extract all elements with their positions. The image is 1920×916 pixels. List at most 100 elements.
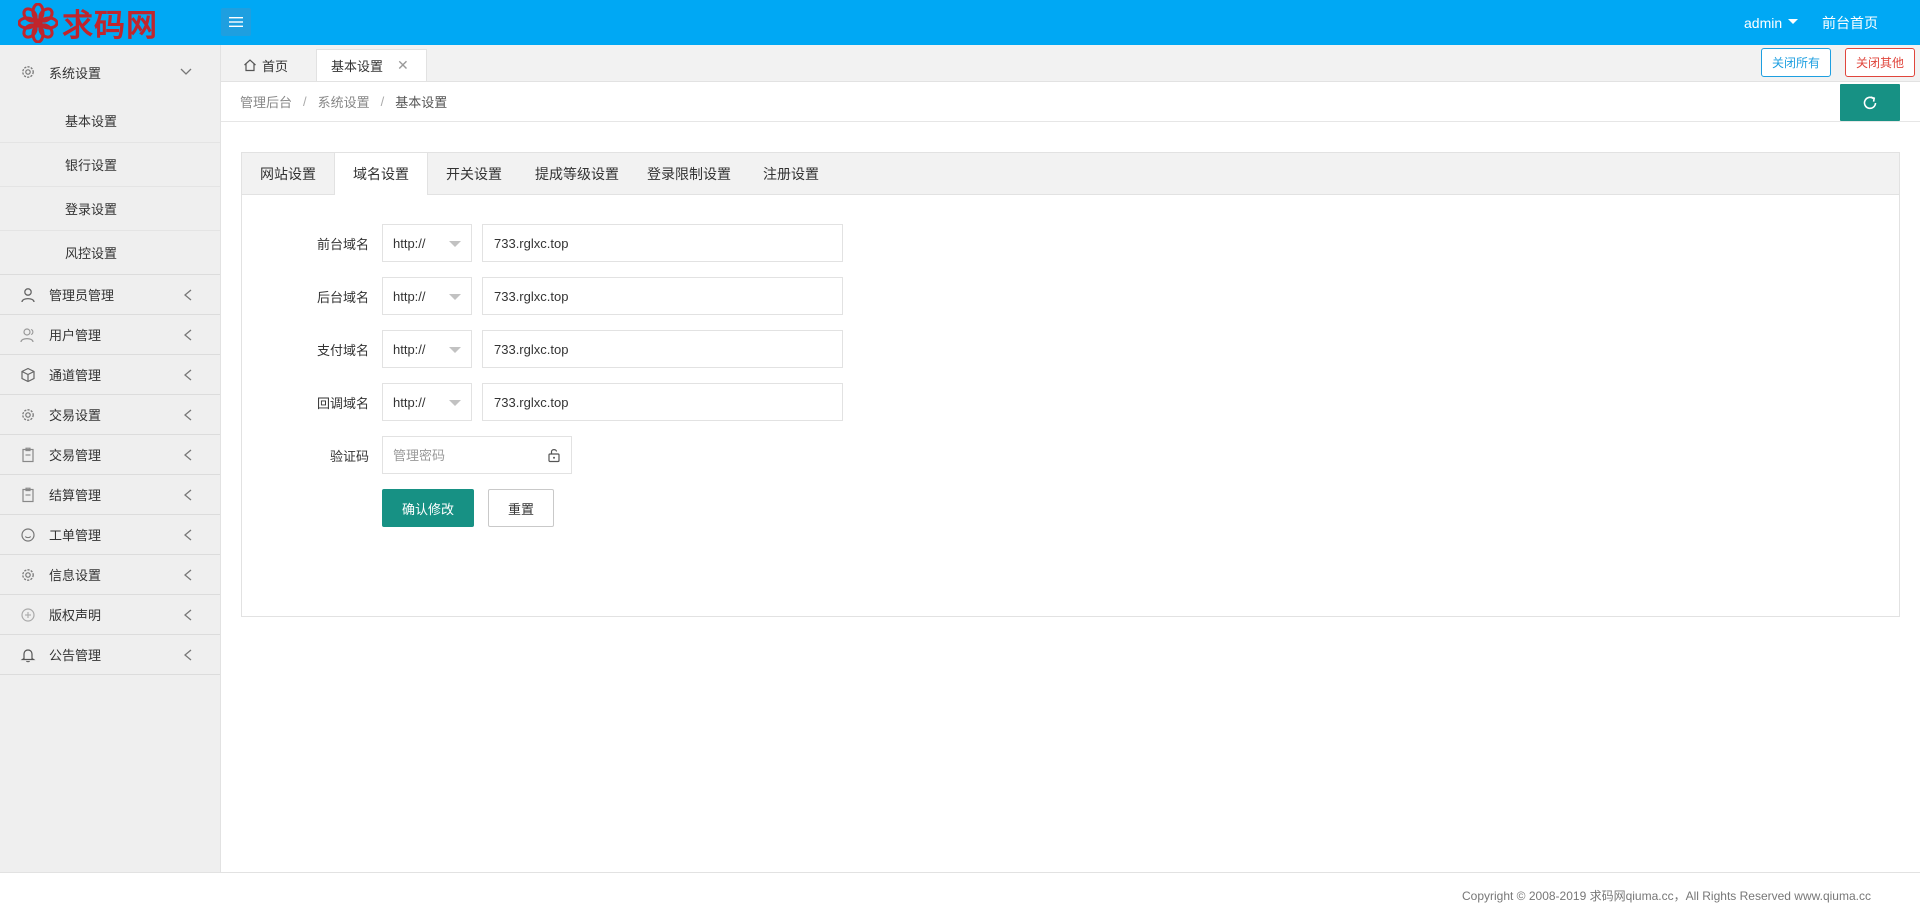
gear-icon [20, 64, 36, 80]
sidebar-subitem-login-settings[interactable]: 登录设置 [0, 187, 220, 231]
confirm-modify-button[interactable]: 确认修改 [382, 489, 474, 527]
sidebar: 系统设置 基本设置 银行设置 登录设置 风控设置 管理员管理 用户管理 通道管理 [0, 45, 221, 872]
admin-password-input[interactable] [382, 436, 572, 474]
sidebar-item-info-settings[interactable]: 信息设置 [0, 555, 220, 595]
tab-home-label: 首页 [262, 58, 289, 74]
breadcrumb-item[interactable]: 系统设置 [318, 92, 370, 111]
sidebar-item-label: 公告管理 [49, 648, 102, 663]
chevron-left-icon [184, 529, 192, 541]
sidebar-item-label: 系统设置 [49, 65, 102, 81]
sidebar-item-label: 管理员管理 [49, 288, 115, 303]
field-label: 前台域名 [316, 236, 369, 252]
breadcrumb-bar: 管理后台 / 系统设置 / 基本设置 [221, 82, 1920, 122]
clipboard-icon [20, 487, 36, 503]
breadcrumb-separator: / [303, 94, 307, 109]
field-label: 后台域名 [316, 289, 369, 305]
sidebar-item-label: 通道管理 [49, 368, 102, 383]
protocol-select[interactable]: http:// [382, 383, 472, 421]
top-header: 求码网 admin 前台首页 [0, 0, 1920, 45]
callback-domain-input[interactable] [482, 383, 843, 421]
sidebar-item-channel-management[interactable]: 通道管理 [0, 355, 220, 395]
sidebar-item-label: 用户管理 [49, 328, 102, 343]
clipboard-icon [20, 447, 36, 463]
protocol-select-value: http:// [393, 341, 426, 357]
tab-register-settings[interactable]: 注册设置 [763, 153, 819, 194]
front-homepage-link[interactable]: 前台首页 [1822, 0, 1878, 45]
gear-icon [20, 407, 36, 423]
chevron-left-icon [184, 289, 192, 301]
field-label: 回调域名 [316, 395, 369, 411]
sidebar-item-system-settings[interactable]: 系统设置 [0, 45, 220, 99]
chevron-left-icon [184, 609, 192, 621]
breadcrumb-current: 基本设置 [395, 95, 448, 110]
sidebar-subitem-bank-settings[interactable]: 银行设置 [0, 143, 220, 187]
reset-button[interactable]: 重置 [488, 489, 554, 527]
chevron-left-icon [184, 409, 192, 421]
field-label: 支付域名 [316, 342, 369, 358]
tab-basic-settings[interactable]: 基本设置 ✕ [316, 49, 427, 81]
frontend-domain-input[interactable] [482, 224, 843, 262]
protocol-select[interactable]: http:// [382, 330, 472, 368]
settings-tabs: 网站设置 域名设置 开关设置 提成等级设置 登录限制设置 注册设置 [242, 153, 1899, 195]
home-icon [244, 59, 256, 72]
footer: Copyright © 2008-2019 求码网qiuma.cc，All Ri… [0, 872, 1920, 916]
system-settings-submenu: 基本设置 银行设置 登录设置 风控设置 [0, 99, 220, 275]
close-all-tabs-button[interactable]: 关闭所有 [1761, 48, 1831, 77]
sidebar-item-label: 工单管理 [49, 528, 102, 543]
sidebar-item-user-management[interactable]: 用户管理 [0, 315, 220, 355]
close-other-tabs-button[interactable]: 关闭其他 [1845, 48, 1915, 77]
breadcrumb-item[interactable]: 管理后台 [240, 92, 292, 111]
gear-icon [20, 567, 36, 583]
sidebar-item-trade-settings[interactable]: 交易设置 [0, 395, 220, 435]
logo-text: 求码网 [62, 8, 158, 44]
chevron-left-icon [184, 329, 192, 341]
tab-switch-settings[interactable]: 开关设置 [446, 153, 502, 194]
tab-login-limit-settings[interactable]: 登录限制设置 [647, 153, 731, 194]
chevron-left-icon [184, 489, 192, 501]
sidebar-item-settlement-management[interactable]: 结算管理 [0, 475, 220, 515]
sidebar-item-label: 交易设置 [49, 408, 102, 423]
admin-user-menu[interactable]: admin [1744, 0, 1799, 45]
caret-down-icon [1788, 19, 1799, 24]
breadcrumb-separator: / [380, 94, 385, 109]
breadcrumb: 管理后台 / 系统设置 / 基本设置 [240, 82, 447, 121]
sidebar-item-trade-management[interactable]: 交易管理 [0, 435, 220, 475]
copyright-text: Copyright © 2008-2019 求码网qiuma.cc，All Ri… [1461, 889, 1871, 903]
settings-card: 网站设置 域名设置 开关设置 提成等级设置 登录限制设置 注册设置 前台域名 h… [241, 152, 1900, 617]
chevron-left-icon [184, 449, 192, 461]
site-logo[interactable]: 求码网 [18, 0, 158, 45]
protocol-select[interactable]: http:// [382, 277, 472, 315]
sidebar-item-announcement-management[interactable]: 公告管理 [0, 635, 220, 675]
protocol-select[interactable]: http:// [382, 224, 472, 262]
sidebar-subitem-basic-settings[interactable]: 基本设置 [0, 99, 220, 143]
sidebar-item-ticket-management[interactable]: 工单管理 [0, 515, 220, 555]
protocol-select-value: http:// [393, 394, 426, 410]
tab-commission-level-settings[interactable]: 提成等级设置 [535, 153, 619, 194]
flower-logo-icon [18, 2, 58, 43]
sidebar-item-copyright[interactable]: 版权声明 [0, 595, 220, 635]
tab-home[interactable]: 首页 [243, 49, 288, 81]
sidebar-toggle-button[interactable] [221, 8, 251, 36]
admin-username: admin [1744, 14, 1783, 31]
page-tabs-bar: 首页 基本设置 ✕ [221, 45, 1920, 82]
protocol-select-value: http:// [393, 288, 426, 304]
chevron-down-icon [180, 68, 192, 76]
tab-website-settings[interactable]: 网站设置 [260, 153, 316, 194]
plus-circle-icon [20, 607, 36, 623]
caret-down-icon [449, 347, 461, 353]
close-icon[interactable]: ✕ [397, 57, 409, 74]
field-label: 验证码 [329, 448, 369, 464]
sidebar-subitem-risk-settings[interactable]: 风控设置 [0, 231, 220, 274]
caret-down-icon [449, 241, 461, 247]
sidebar-item-admin-management[interactable]: 管理员管理 [0, 275, 220, 315]
refresh-button[interactable] [1840, 84, 1900, 121]
protocol-select-value: http:// [393, 235, 426, 251]
bell-icon [20, 647, 36, 663]
backend-domain-input[interactable] [482, 277, 843, 315]
lock-icon [547, 447, 561, 466]
chevron-left-icon [184, 369, 192, 381]
tab-domain-settings[interactable]: 域名设置 [334, 153, 428, 195]
caret-down-icon [449, 400, 461, 406]
payment-domain-input[interactable] [482, 330, 843, 368]
hamburger-icon [229, 17, 243, 27]
